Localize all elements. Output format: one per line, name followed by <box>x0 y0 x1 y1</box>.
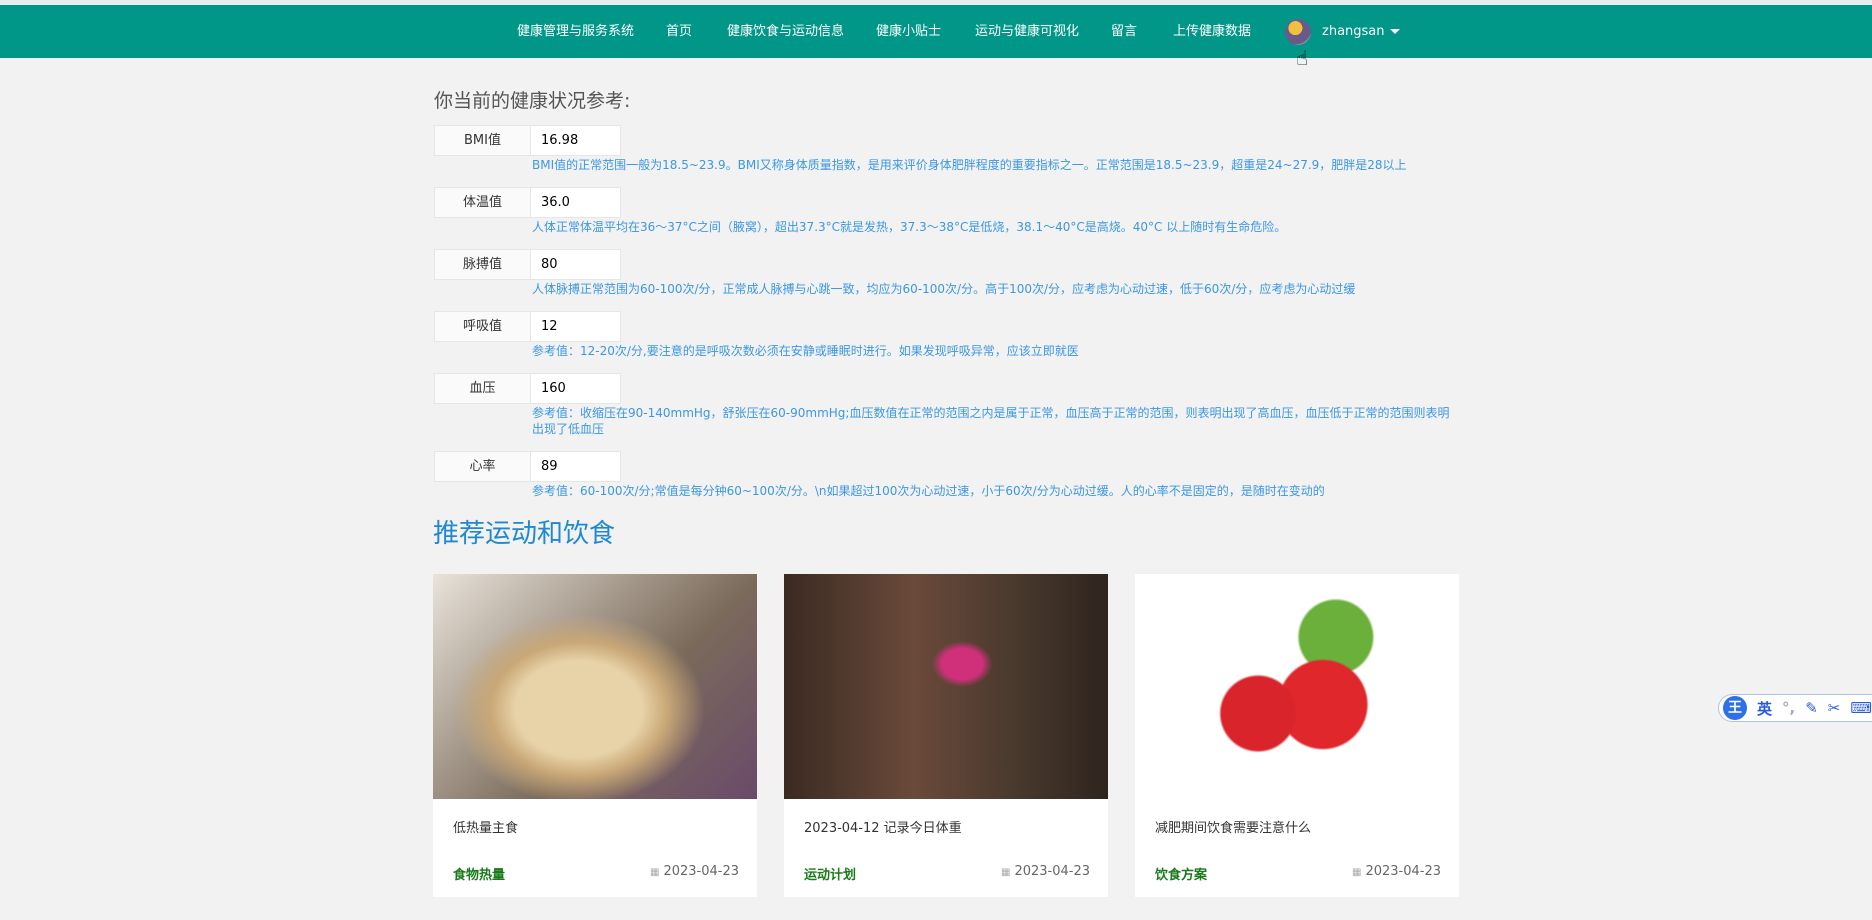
bmi-value: 16.98 <box>531 125 621 156</box>
pen-icon[interactable]: ✎ <box>1805 699 1818 717</box>
nav-diet-exercise[interactable]: 健康饮食与运动信息 <box>727 5 844 58</box>
date-text: 2023-04-23 <box>663 864 739 879</box>
pulse-value: 80 <box>531 249 621 280</box>
calendar-icon: ▦ <box>1351 867 1362 878</box>
heart-rate-label: 心率 <box>434 451 531 482</box>
caret-down-icon <box>1389 29 1400 34</box>
temperature-label: 体温值 <box>434 187 531 218</box>
card-date: ▦ 2023-04-23 <box>650 864 739 879</box>
nav-tips[interactable]: 健康小贴士 <box>876 5 941 58</box>
pulse-desc: 人体脉搏正常范围为60-100次/分，正常成人脉搏与心跳一致，均应为60-100… <box>532 282 1356 296</box>
date-text: 2023-04-23 <box>1014 864 1090 879</box>
user-menu[interactable]: zhangsan <box>1322 5 1400 58</box>
ime-logo[interactable]: 王 <box>1723 696 1747 720</box>
nav-home[interactable]: 首页 <box>666 5 692 58</box>
nav-visualization[interactable]: 运动与健康可视化 <box>975 5 1079 58</box>
running-image[interactable] <box>784 574 1108 799</box>
avatar[interactable] <box>1285 19 1311 45</box>
calendar-icon: ▦ <box>649 867 660 878</box>
food-image[interactable] <box>433 574 757 799</box>
respiration-desc: 参考值：12-20次/分,要注意的是呼吸次数必须在安静或睡眠时进行。如果发现呼吸… <box>532 344 1079 358</box>
calendar-icon: ▦ <box>1000 867 1011 878</box>
ime-toolbar[interactable]: 王 英 °, ✎ ✂ ⌨ <box>1718 694 1872 722</box>
pulse-label: 脉搏值 <box>434 249 531 280</box>
bmi-label: BMI值 <box>434 125 531 156</box>
card-category[interactable]: 饮食方案 <box>1155 864 1207 883</box>
respiration-label: 呼吸值 <box>434 311 531 342</box>
date-text: 2023-04-23 <box>1365 864 1441 879</box>
card-date: ▦ 2023-04-23 <box>1001 864 1090 879</box>
nav-messages[interactable]: 留言 <box>1111 5 1137 58</box>
temperature-value: 36.0 <box>531 187 621 218</box>
heart-rate-desc: 参考值：60-100次/分;常值是每分钟60~100次/分。\n如果超过100次… <box>532 484 1325 498</box>
temperature-desc: 人体正常体温平均在36～37°C之间（腋窝），超出37.3°C就是发热，37.3… <box>532 220 1287 234</box>
card-category[interactable]: 食物热量 <box>453 864 505 883</box>
card-diet-tips[interactable]: 减肥期间饮食需要注意什么 饮食方案 ▦ 2023-04-23 <box>1135 574 1459 897</box>
top-nav: 健康管理与服务系统 首页 健康饮食与运动信息 健康小贴士 运动与健康可视化 留言… <box>0 5 1872 58</box>
card-weight-record[interactable]: 2023-04-12 记录今日体重 运动计划 ▦ 2023-04-23 <box>784 574 1108 897</box>
card-category[interactable]: 运动计划 <box>804 864 856 883</box>
recommend-title: 推荐运动和饮食 <box>433 519 616 549</box>
strawberry-image[interactable] <box>1135 574 1459 799</box>
nav-brand[interactable]: 健康管理与服务系统 <box>517 5 634 58</box>
keyboard-icon[interactable]: ⌨ <box>1850 699 1872 717</box>
blood-pressure-value: 160 <box>531 373 621 404</box>
punctuation-icon[interactable]: °, <box>1782 699 1795 717</box>
blood-pressure-desc: 参考值：收缩压在90-140mmHg，舒张压在60-90mmHg;血压数值在正常… <box>532 406 1450 436</box>
username: zhangsan <box>1322 24 1385 39</box>
ime-language-toggle[interactable]: 英 <box>1757 698 1772 719</box>
card-title[interactable]: 低热量主食 <box>453 817 518 836</box>
nav-upload[interactable]: 上传健康数据 <box>1173 5 1251 58</box>
card-low-calorie[interactable]: 低热量主食 食物热量 ▦ 2023-04-23 <box>433 574 757 897</box>
card-title[interactable]: 减肥期间饮食需要注意什么 <box>1155 817 1311 836</box>
respiration-value: 12 <box>531 311 621 342</box>
bmi-desc: BMI值的正常范围一般为18.5~23.9。BMI又称身体质量指数，是用来评价身… <box>532 158 1407 172</box>
card-date: ▦ 2023-04-23 <box>1352 864 1441 879</box>
health-title: 你当前的健康状况参考: <box>434 90 631 112</box>
scissors-icon[interactable]: ✂ <box>1828 699 1841 717</box>
card-title[interactable]: 2023-04-12 记录今日体重 <box>804 817 962 836</box>
hand-cursor-icon: ☝ <box>1296 46 1309 70</box>
blood-pressure-label: 血压 <box>434 373 531 404</box>
heart-rate-value: 89 <box>531 451 621 482</box>
